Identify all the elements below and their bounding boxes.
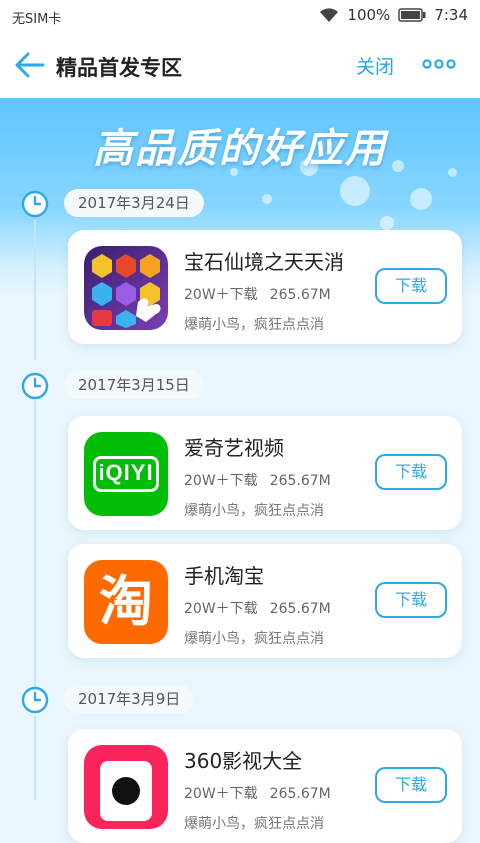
status-right: 100% 7:34 [319,6,468,24]
taobao-logo-text: 淘 [99,570,153,633]
download-count: 20W＋下载 [184,287,258,303]
app-meta: 20W＋下载 265.67M [184,783,331,803]
app-meta: 20W＋下载 265.67M [184,284,331,304]
app-description: 爆萌小鸟，疯狂点点消 [184,503,324,519]
app-description: 爆萌小鸟，疯狂点点消 [184,317,324,333]
download-button[interactable]: 下载 [375,582,447,618]
download-button[interactable]: 下载 [375,454,447,490]
wifi-icon [320,8,339,22]
video360-icon [84,745,168,829]
app-description: 爆萌小鸟，疯狂点点消 [184,631,324,647]
timeline-line [34,716,36,800]
app-name: 360影视大全 [184,749,303,773]
close-button[interactable]: 关闭 [356,52,394,79]
clock-icon [21,190,49,218]
gem-game-icon [84,246,168,330]
timeline-line [34,220,36,360]
iqiyi-logo-text: iQIYI [98,460,154,485]
status-bar: 无SIM卡 100% 7:34 [0,0,480,32]
app-size: 265.67M [269,601,331,617]
app-card[interactable]: iQIYI 爱奇艺视频 20W＋下载 265.67M 爆萌小鸟，疯狂点点消 下载 [68,416,462,530]
hero-slogan: 高品质的好应用 [93,126,387,172]
timeline-line [34,400,36,690]
download-button[interactable]: 下载 [375,268,447,304]
app-meta: 20W＋下载 265.67M [184,470,331,490]
download-button[interactable]: 下载 [375,767,447,803]
app-name: 手机淘宝 [184,564,264,588]
clock-time: 7:34 [434,6,468,24]
app-size: 265.67M [269,287,331,303]
app-name: 爱奇艺视频 [184,436,284,460]
app-card[interactable]: 淘 手机淘宝 20W＋下载 265.67M 爆萌小鸟，疯狂点点消 下载 [68,544,462,658]
app-card[interactable]: 宝石仙境之天天消 20W＋下载 265.67M 爆萌小鸟，疯狂点点消 下载 [68,230,462,344]
date-label: 2017年3月24日 [64,189,204,217]
app-description: 爆萌小鸟，疯狂点点消 [184,816,324,832]
battery-icon [398,8,426,22]
iqiyi-icon: iQIYI [84,432,168,516]
app-meta: 20W＋下载 265.67M [184,598,331,618]
date-label: 2017年3月15日 [64,371,204,399]
app-name: 宝石仙境之天天消 [184,250,344,274]
page-title: 精品首发专区 [56,56,182,80]
app-size: 265.67M [269,473,331,489]
taobao-icon: 淘 [84,560,168,644]
clock-icon [21,372,49,400]
header-bar: 精品首发专区 关闭 [0,32,480,98]
sim-status: 无SIM卡 [12,12,62,27]
app-card[interactable]: 360影视大全 20W＋下载 265.67M 爆萌小鸟，疯狂点点消 下载 [68,729,462,843]
download-count: 20W＋下载 [184,601,258,617]
download-count: 20W＋下载 [184,473,258,489]
clock-icon [21,686,49,714]
back-arrow-icon[interactable] [12,50,46,80]
more-options-icon[interactable] [422,54,456,74]
date-label: 2017年3月9日 [64,685,195,713]
battery-percent: 100% [347,6,391,24]
